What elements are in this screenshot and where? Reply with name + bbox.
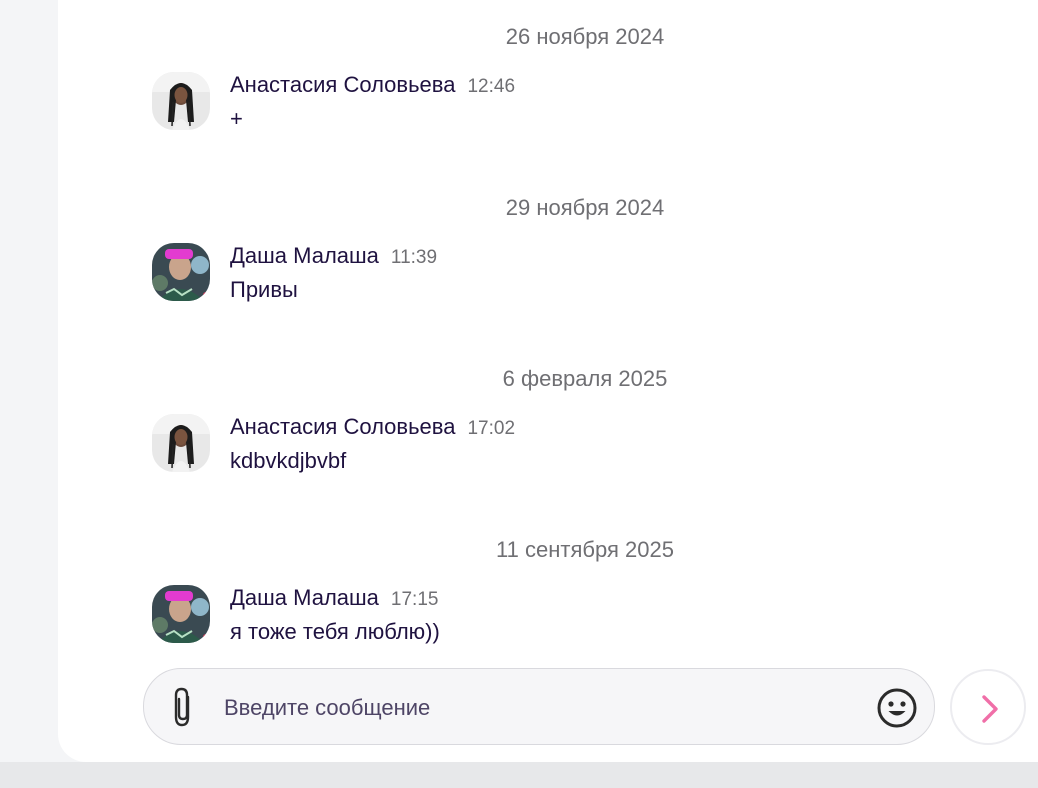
date-separator: 29 ноября 2024 (505, 195, 665, 220)
send-button[interactable] (950, 669, 1026, 745)
message-header: Даша Малаша 11:39 (230, 243, 437, 273)
message-time: 17:02 (467, 418, 516, 439)
author-name[interactable]: Анастасия Соловьева (230, 414, 455, 439)
messenger-page: 26 ноября 2024 Анастасия Соловьева 12:46 … (0, 0, 1038, 788)
attach-button[interactable] (166, 685, 200, 729)
emoji-button[interactable] (876, 687, 918, 729)
avatar-anastasia-image (152, 414, 210, 472)
smiley-icon (877, 688, 917, 728)
bottom-strip (0, 762, 1038, 788)
date-separator: 11 сентября 2025 (496, 537, 674, 562)
message-input[interactable] (222, 687, 866, 729)
date-separator: 26 ноября 2024 (505, 24, 665, 49)
message-time: 12:46 (467, 76, 516, 97)
avatar[interactable] (152, 585, 210, 643)
message-header: Даша Малаша 17:15 (230, 585, 438, 615)
avatar-dasha-image (152, 585, 210, 643)
message-composer (143, 668, 935, 745)
message-text: kdbvkdjbvbf (230, 448, 347, 473)
message-text: я тоже тебя люблю)) (230, 619, 440, 644)
message-time: 11:39 (390, 247, 438, 268)
avatar[interactable] (152, 72, 210, 130)
paperclip-icon (174, 687, 190, 727)
message-header: Анастасия Соловьева 17:02 (230, 414, 515, 444)
avatar-anastasia-image (152, 72, 210, 130)
date-separator: 6 февраля 2025 (502, 366, 668, 391)
message-time: 17:15 (390, 589, 439, 610)
message-text: Привы (230, 277, 298, 302)
message-text: + (230, 106, 243, 131)
author-name[interactable]: Даша Малаша (230, 243, 379, 268)
author-name[interactable]: Даша Малаша (230, 585, 379, 610)
message-header: Анастасия Соловьева 12:46 (230, 72, 515, 102)
author-name[interactable]: Анастасия Соловьева (230, 72, 455, 97)
avatar-dasha-image (152, 243, 210, 301)
chevron-right-icon (982, 695, 998, 723)
avatar[interactable] (152, 243, 210, 301)
avatar[interactable] (152, 414, 210, 472)
